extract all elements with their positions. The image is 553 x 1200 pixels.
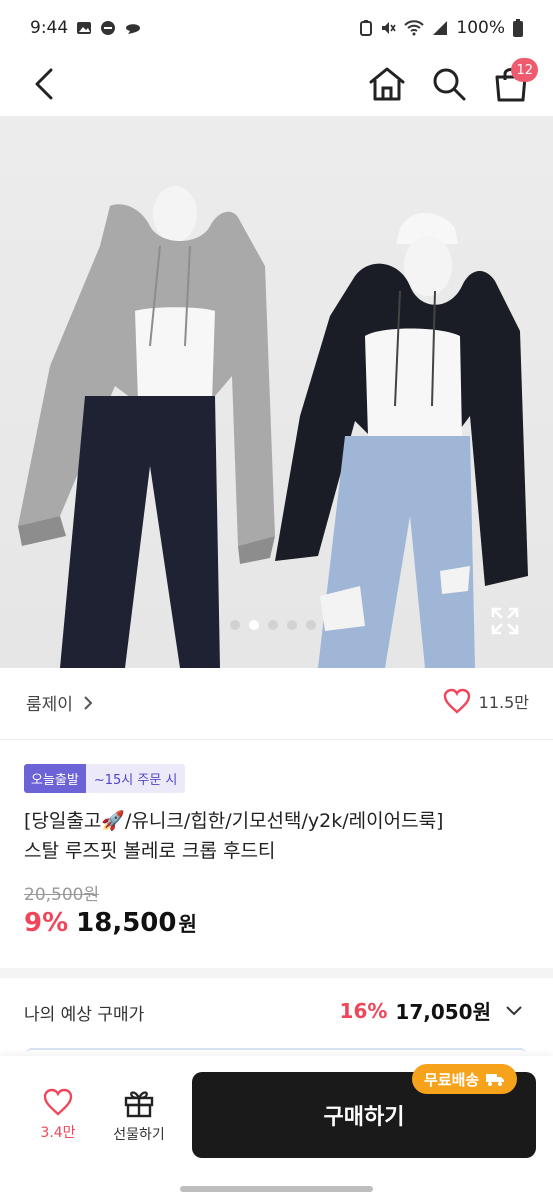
gift-button[interactable]: 선물하기 bbox=[106, 1088, 172, 1158]
free-shipping-badge: 무료배송 bbox=[412, 1064, 518, 1094]
status-bar: 9:44 100% bbox=[0, 0, 553, 56]
back-button[interactable] bbox=[24, 62, 64, 106]
brand-row: 룸제이 11.5만 bbox=[0, 668, 553, 740]
like-count: 11.5만 bbox=[478, 693, 529, 712]
battery-icon bbox=[513, 19, 523, 37]
expected-price: 17,050원 bbox=[395, 1000, 491, 1024]
battery-percent: 100% bbox=[456, 18, 505, 38]
price-row: 9% 18,500 원 bbox=[24, 908, 197, 938]
free-shipping-label: 무료배송 bbox=[424, 1070, 480, 1089]
product-photo bbox=[18, 186, 528, 668]
wishlist-count: 3.4만 bbox=[40, 1125, 76, 1141]
gift-icon bbox=[124, 1091, 154, 1118]
product-title: [당일출고🚀/유니크/힙한/기모선택/y2k/레이어드룩] 스탈 루즈핏 볼레로… bbox=[24, 806, 534, 866]
product-title-line2: 스탈 루즈핏 볼레로 크롭 후드티 bbox=[24, 840, 276, 862]
wishlist-button[interactable]: 3.4만 bbox=[30, 1088, 86, 1158]
today-shipping-badge: 오늘출발 bbox=[24, 764, 86, 793]
section-divider bbox=[0, 968, 553, 978]
expected-discount: 16% bbox=[339, 998, 388, 1023]
cart-count-badge: 12 bbox=[511, 58, 538, 82]
search-button[interactable] bbox=[428, 62, 470, 106]
brand-name: 룸제이 bbox=[26, 695, 73, 715]
discount-rate: 9% bbox=[24, 908, 69, 938]
brand-like-button[interactable]: 11.5만 bbox=[443, 688, 529, 714]
home-indicator bbox=[180, 1186, 373, 1192]
carousel-dot[interactable] bbox=[268, 620, 278, 630]
fullscreen-button[interactable] bbox=[490, 606, 520, 636]
messenger-icon bbox=[124, 20, 142, 36]
status-time: 9:44 bbox=[30, 18, 69, 38]
search-icon bbox=[433, 68, 466, 101]
gift-label: 선물하기 bbox=[113, 1127, 165, 1143]
dnd-icon bbox=[100, 20, 116, 36]
buy-button-label: 구매하기 bbox=[323, 1105, 405, 1130]
chevron-right-icon bbox=[84, 695, 93, 710]
product-image[interactable] bbox=[0, 116, 553, 668]
home-button[interactable] bbox=[366, 62, 408, 106]
mute-icon bbox=[380, 20, 397, 36]
heart-icon bbox=[443, 688, 470, 714]
carousel-indicator bbox=[230, 620, 316, 630]
sale-price: 18,500 bbox=[76, 908, 177, 938]
brand-link[interactable]: 룸제이 bbox=[26, 690, 93, 715]
carousel-dot[interactable] bbox=[287, 620, 297, 630]
expected-price-row[interactable]: 나의 예상 구매가 16% 17,050원 bbox=[0, 978, 553, 1046]
truck-icon bbox=[486, 1074, 505, 1086]
currency-unit: 원 bbox=[178, 912, 197, 936]
wifi-icon bbox=[404, 20, 425, 36]
expected-price-label: 나의 예상 구매가 bbox=[24, 1005, 145, 1025]
shipping-badges: 오늘출발 ~15시 주문 시 bbox=[24, 764, 186, 793]
heart-icon bbox=[43, 1088, 73, 1116]
carousel-dot[interactable] bbox=[306, 620, 316, 630]
original-price: 20,500원 bbox=[24, 885, 100, 905]
bottom-action-bar: 3.4만 선물하기 구매하기 무료배송 bbox=[0, 1056, 553, 1200]
chevron-down-icon bbox=[506, 1005, 522, 1015]
gallery-icon bbox=[76, 20, 92, 36]
home-icon bbox=[369, 67, 405, 101]
carousel-dot[interactable] bbox=[230, 620, 240, 630]
product-title-line1: [당일출고🚀/유니크/힙한/기모선택/y2k/레이어드룩] bbox=[24, 810, 444, 832]
cart-button[interactable]: 12 bbox=[490, 58, 538, 106]
order-cutoff-badge: ~15시 주문 시 bbox=[85, 764, 186, 793]
carousel-dot-active[interactable] bbox=[249, 620, 259, 630]
battery-saver-icon bbox=[360, 20, 373, 36]
top-nav: 12 bbox=[0, 56, 553, 116]
signal-icon bbox=[432, 20, 448, 36]
chevron-left-icon bbox=[35, 68, 53, 100]
expand-icon bbox=[491, 607, 519, 635]
